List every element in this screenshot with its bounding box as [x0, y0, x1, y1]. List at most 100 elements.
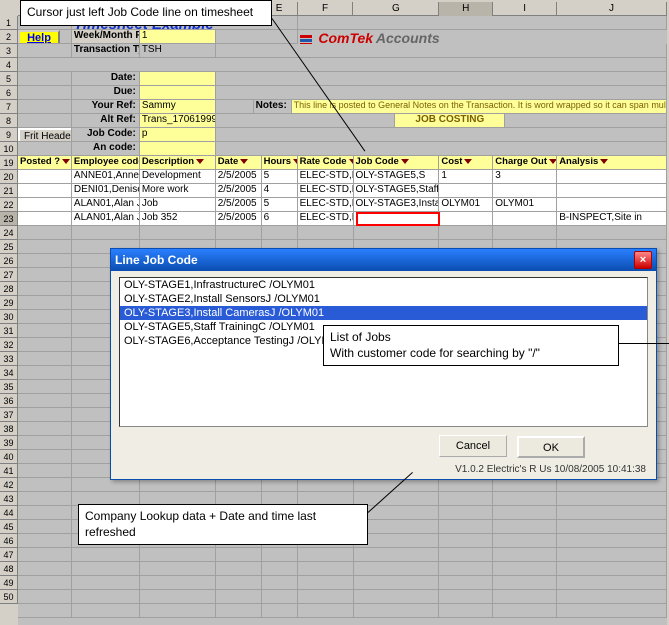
filter-dropdown-icon[interactable] [62, 159, 70, 164]
row-header-37[interactable]: 37 [0, 408, 18, 422]
cell[interactable]: 5 [262, 198, 298, 212]
cell[interactable] [140, 576, 216, 590]
cell[interactable] [216, 548, 262, 562]
cell[interactable] [439, 506, 493, 520]
cell[interactable] [493, 520, 557, 534]
table-header[interactable]: Charge Out [493, 156, 557, 170]
row-header-34[interactable]: 34 [0, 366, 18, 380]
cell[interactable] [18, 408, 72, 422]
due-value[interactable] [140, 86, 216, 100]
row-header-36[interactable]: 36 [0, 394, 18, 408]
cell[interactable] [493, 548, 557, 562]
row-header-33[interactable]: 33 [0, 352, 18, 366]
cell[interactable] [493, 590, 557, 604]
cell[interactable] [439, 576, 493, 590]
cell[interactable] [439, 534, 493, 548]
cell[interactable] [557, 548, 667, 562]
cell[interactable] [72, 562, 140, 576]
row-header-20[interactable]: 20 [0, 170, 18, 184]
col-header-J[interactable]: J [557, 2, 667, 16]
cell[interactable] [298, 478, 354, 492]
cell[interactable] [18, 464, 72, 478]
row-header-50[interactable]: 50 [0, 590, 18, 604]
cell[interactable] [262, 576, 298, 590]
cell[interactable] [216, 604, 262, 618]
cell[interactable]: Development [140, 170, 216, 184]
row-header-43[interactable]: 43 [0, 492, 18, 506]
row-header-49[interactable]: 49 [0, 576, 18, 590]
cell[interactable]: 2/5/2005 [216, 212, 262, 226]
cell[interactable] [140, 226, 216, 240]
job-code-value[interactable]: p [140, 128, 216, 142]
an-code-value[interactable] [140, 142, 216, 156]
cell[interactable] [18, 212, 72, 226]
row-header-41[interactable]: 41 [0, 464, 18, 478]
cell[interactable] [298, 548, 354, 562]
cancel-button[interactable]: Cancel [439, 435, 507, 457]
row-header-22[interactable]: 22 [0, 198, 18, 212]
cell[interactable]: ELEC-STD,Elec [298, 212, 354, 226]
cell[interactable]: ELEC-STD,Elec [298, 170, 354, 184]
row-header-25[interactable]: 25 [0, 240, 18, 254]
cell[interactable] [439, 492, 493, 506]
row-header-8[interactable]: 8 [0, 114, 18, 128]
col-header-H[interactable]: H [439, 2, 493, 16]
cell[interactable] [493, 604, 557, 618]
cell[interactable] [298, 576, 354, 590]
cell[interactable] [216, 562, 262, 576]
cell[interactable] [140, 478, 216, 492]
table-header[interactable]: Posted ? [18, 156, 72, 170]
cell[interactable]: 1 [439, 170, 493, 184]
cell[interactable] [557, 170, 667, 184]
cell[interactable]: OLY-STAGE3,Install Cameras [354, 198, 440, 212]
cell[interactable] [18, 184, 72, 198]
row-header-48[interactable]: 48 [0, 562, 18, 576]
cell[interactable] [493, 576, 557, 590]
ok-button[interactable]: OK [517, 436, 585, 458]
cell[interactable] [72, 576, 140, 590]
row-header-19[interactable]: 19 [0, 156, 18, 170]
cell[interactable] [557, 520, 667, 534]
cell[interactable] [18, 282, 72, 296]
row-header-44[interactable]: 44 [0, 506, 18, 520]
row-header-45[interactable]: 45 [0, 520, 18, 534]
cell[interactable] [439, 562, 493, 576]
row-header-3[interactable]: 3 [0, 44, 18, 58]
cell[interactable] [262, 478, 298, 492]
row-header-24[interactable]: 24 [0, 226, 18, 240]
cell[interactable] [354, 576, 440, 590]
cell[interactable] [72, 226, 140, 240]
cell[interactable] [216, 576, 262, 590]
cell[interactable] [262, 604, 298, 618]
cell[interactable] [18, 394, 72, 408]
list-item[interactable]: OLY-STAGE1,InfrastructureC /OLYM01 [120, 278, 647, 292]
cell[interactable] [216, 226, 262, 240]
cell[interactable]: 5 [262, 170, 298, 184]
row-header-30[interactable]: 30 [0, 310, 18, 324]
cell[interactable] [493, 212, 557, 226]
cell[interactable] [18, 422, 72, 436]
table-row[interactable]: ANNE01,Anne VaddDevelopment2/5/20055ELEC… [18, 170, 667, 184]
cell[interactable] [298, 562, 354, 576]
cell[interactable] [216, 590, 262, 604]
cell[interactable] [18, 296, 72, 310]
cell[interactable] [72, 548, 140, 562]
cell[interactable] [354, 590, 440, 604]
cell[interactable] [262, 590, 298, 604]
cell[interactable] [18, 492, 72, 506]
cell[interactable]: B-INSPECT,Site in [557, 212, 667, 226]
table-row[interactable]: ALAN01,Alan JonesJob2/5/20055ELEC-STD,El… [18, 198, 667, 212]
cell[interactable] [18, 604, 72, 618]
cell[interactable]: More work [140, 184, 216, 198]
cell[interactable] [439, 212, 493, 226]
cell[interactable] [557, 226, 667, 240]
row-header-39[interactable]: 39 [0, 436, 18, 450]
cell[interactable] [557, 492, 667, 506]
cell[interactable] [18, 310, 72, 324]
cell[interactable] [72, 478, 140, 492]
row-header-23[interactable]: 23 [0, 212, 18, 226]
cell[interactable] [493, 226, 557, 240]
cell[interactable] [493, 534, 557, 548]
row-header-28[interactable]: 28 [0, 282, 18, 296]
cell[interactable]: ALAN01,Alan Jones [72, 212, 140, 226]
